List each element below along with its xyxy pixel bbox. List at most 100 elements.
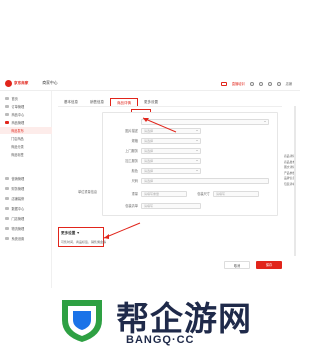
sidebar-item-label: 门店管理 — [11, 217, 25, 221]
logistics-icon — [5, 226, 9, 231]
live-camera-icon[interactable] — [220, 81, 227, 86]
tab-more-settings[interactable]: 更多设置 — [138, 98, 164, 106]
form-select[interactable]: 请选择 — [141, 127, 201, 134]
user-icon[interactable] — [276, 81, 281, 86]
scrollbar[interactable] — [294, 106, 296, 256]
chevron-down-icon — [196, 149, 198, 151]
sidebar-item-data-center[interactable]: 数据中心 — [0, 205, 52, 212]
watermark: 帮企游网 BANGQ·CC — [48, 290, 300, 350]
cancel-button[interactable]: 取消 — [224, 261, 250, 269]
tab-product-details[interactable]: 商品详情 — [110, 98, 138, 106]
save-button[interactable]: 保存 — [256, 261, 282, 269]
form-row: 加工服务 请选择 — [103, 156, 201, 165]
sidebar-item-orders[interactable]: 订单管理 — [0, 103, 52, 110]
tab-basic-info[interactable]: 基本信息 — [58, 98, 84, 106]
chevron-down-icon — [196, 159, 198, 161]
sidebar-item-store-products[interactable]: 门店商品 — [0, 135, 52, 142]
more-settings-description: 可售时间、商品标签、销售佣金等 — [61, 240, 107, 244]
top-bar: 京东商家 商家中心 直播培训 店铺 — [0, 76, 300, 91]
package-size-input-value: 请填写 — [216, 191, 226, 196]
form-input-value: 请选择 — [144, 178, 154, 183]
sidebar-item-finance[interactable]: 财务管理 — [0, 185, 52, 192]
more-settings-title: 更多设置 — [61, 231, 76, 235]
form-select[interactable]: 请选择 — [141, 157, 201, 164]
form-row-label: 上门服务 — [125, 149, 138, 153]
weight-row: 重量 请填写重量 包装尺寸 请填写 — [103, 189, 259, 198]
shop-menu[interactable]: 店铺 — [286, 81, 292, 86]
tab-sales-info[interactable]: 销售信息 — [84, 98, 110, 106]
package-size-label: 包装尺寸 — [197, 192, 210, 196]
screenshot-frame: 京东商家 商家中心 直播培训 店铺 首页 订单管理 商品中心 商品管理 商品发布… — [0, 76, 300, 288]
sidebar-item-logistics[interactable]: 物流管理 — [0, 225, 52, 232]
store-icon — [5, 216, 9, 221]
settings-icon[interactable] — [267, 81, 272, 86]
product-management-icon — [5, 120, 9, 125]
form-row: 上门服务 请选择 — [103, 146, 201, 155]
message-icon[interactable] — [249, 81, 254, 86]
weight-input[interactable]: 请填写重量 — [141, 190, 187, 197]
live-training-link[interactable]: 直播培训 — [232, 81, 245, 86]
form-select-value: 请选择 — [144, 168, 154, 173]
package-size-input[interactable]: 请填写 — [213, 190, 259, 197]
product-icon — [5, 112, 9, 117]
brand-logo-text: 京东商家 — [14, 80, 29, 85]
product-detail-form: 图片描述 请选择 规格 请选择 上门服务 请选择 加工服务 请选择 颜色 请选择… — [102, 112, 278, 216]
sidebar-item-label: 门店商品 — [11, 137, 24, 141]
sidebar-item-label: 商品管理 — [11, 121, 25, 125]
sidebar-item-label: 物流管理 — [11, 227, 25, 231]
package-list-row: 包装清单 请填写 — [103, 201, 201, 210]
watermark-logo-icon — [62, 300, 102, 342]
form-row: 尺码 请选择 — [103, 176, 269, 185]
sidebar-item-label: 商品中心 — [11, 113, 25, 117]
sidebar-item-product-tags[interactable]: 商品标签 — [0, 151, 52, 158]
tab-bar: 基本信息 销售信息 商品详情 更多设置 — [58, 97, 164, 106]
package-list-input[interactable]: 请填写 — [141, 202, 201, 209]
sidebar-item-home[interactable]: 首页 — [0, 95, 52, 102]
merchant-center-title: 商家中心 — [42, 80, 58, 85]
settings-icon — [5, 236, 9, 241]
sidebar-item-system-settings[interactable]: 系统设置 — [0, 235, 52, 242]
unit-weight-group-label: 单位重量信息 — [78, 190, 98, 194]
form-row-label: 尺码 — [131, 179, 138, 183]
watermark-url: BANGQ·CC — [126, 334, 195, 346]
top-right-tools: 直播培训 店铺 — [220, 76, 292, 91]
package-list-input-value: 请填写 — [144, 203, 154, 208]
caret-down-icon: ▼ — [76, 231, 80, 235]
form-select[interactable]: 请选择 — [141, 147, 201, 154]
sidebar-item-label: 数据中心 — [11, 207, 25, 211]
sidebar-item-shop-decoration[interactable]: 店铺装修 — [0, 195, 52, 202]
form-select-value: 请选择 — [144, 128, 154, 133]
sidebar: 首页 订单管理 商品中心 商品管理 商品发布 门店商品 商品分类 商品标签 营销… — [0, 91, 52, 288]
form-select[interactable]: 请选择 — [141, 167, 201, 174]
more-settings-toggle[interactable]: 更多设置 ▼ — [61, 231, 80, 236]
chevron-down-icon — [196, 129, 198, 131]
more-settings-highlight — [58, 227, 104, 247]
form-row-label: 颜色 — [131, 169, 138, 173]
form-row: 颜色 请选择 — [103, 166, 201, 175]
sidebar-item-label: 店铺装修 — [11, 197, 25, 201]
form-select[interactable] — [141, 118, 269, 125]
sidebar-item-label: 系统设置 — [11, 237, 25, 241]
brand-logo[interactable]: 京东商家 — [5, 79, 29, 87]
chevron-down-icon — [196, 169, 198, 171]
sidebar-item-label: 商品分类 — [11, 145, 24, 149]
data-icon — [5, 206, 9, 211]
help-icon[interactable] — [258, 81, 263, 86]
sidebar-item-label: 财务管理 — [11, 187, 25, 191]
order-icon — [5, 104, 9, 109]
sidebar-item-product-center[interactable]: 商品中心 — [0, 111, 52, 118]
sidebar-item-product-category[interactable]: 商品分类 — [0, 143, 52, 150]
sidebar-item-product-management[interactable]: 商品管理 — [0, 119, 52, 126]
form-input[interactable]: 请选择 — [141, 177, 269, 184]
form-select[interactable]: 请选择 — [141, 137, 201, 144]
home-icon — [5, 96, 9, 101]
form-select-value: 请选择 — [144, 138, 154, 143]
form-row-label: 图片描述 — [125, 129, 138, 133]
sidebar-item-marketing[interactable]: 营销管理 — [0, 175, 52, 182]
sidebar-item-store-management[interactable]: 门店管理 — [0, 215, 52, 222]
form-select-value: 请选择 — [144, 148, 154, 153]
sidebar-item-product-publish[interactable]: 商品发布 — [0, 127, 52, 134]
tab-divider — [58, 106, 282, 107]
chevron-down-icon — [264, 120, 266, 122]
form-select-value: 请选择 — [144, 158, 154, 163]
